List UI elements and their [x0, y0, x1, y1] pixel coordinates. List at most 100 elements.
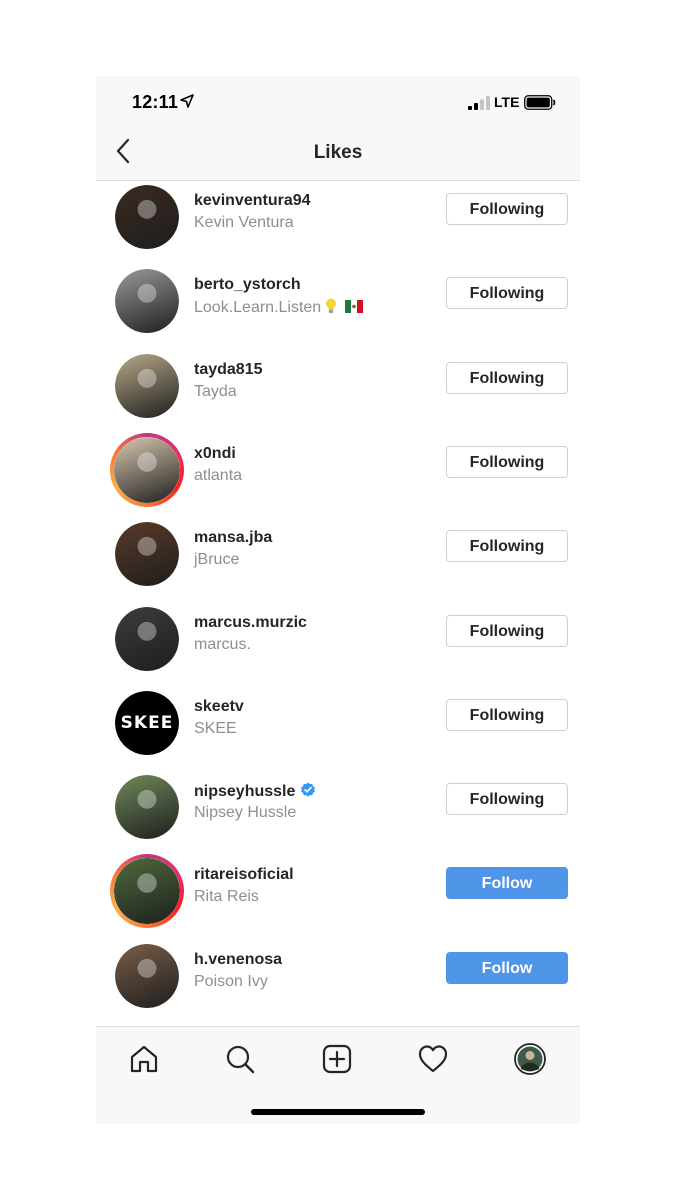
full-name: Kevin Ventura	[194, 214, 294, 232]
avatar[interactable]	[115, 269, 179, 334]
following-button[interactable]: Following	[446, 445, 568, 478]
avatar[interactable]	[115, 522, 179, 587]
avatar-photo	[114, 436, 180, 503]
username[interactable]: skeetv	[194, 698, 244, 716]
skee-logo: SKEE	[120, 712, 174, 733]
username-text[interactable]: tayda815	[194, 361, 263, 378]
full-name: jBruce	[194, 551, 239, 569]
avatar-photo: SKEE	[115, 690, 179, 755]
list-item[interactable]: h.venenosa Poison Ivy Follow	[96, 939, 580, 1023]
list-item[interactable]: tayda815 Tayda Following	[96, 349, 580, 433]
list-item[interactable]: ritareisoficial Rita Reis Follow	[96, 854, 580, 938]
avatar-frame[interactable]	[110, 939, 184, 1013]
list-item[interactable]: kevinventura94 Kevin Ventura Following	[96, 180, 580, 264]
list-item[interactable]: x0ndi atlanta Following	[96, 432, 580, 517]
page-title: Likes	[313, 142, 363, 163]
full-name-text: Nipsey Hussle	[194, 804, 297, 822]
avatar-frame[interactable]	[110, 264, 184, 338]
username-text[interactable]: mansa.jba	[194, 529, 272, 546]
full-name-text: Rita Reis	[194, 888, 259, 906]
following-button[interactable]: Following	[446, 361, 568, 394]
full-name: SKEE	[194, 720, 237, 738]
username[interactable]: berto_ystorch	[194, 276, 301, 294]
profile-avatar[interactable]	[514, 1043, 546, 1075]
avatar[interactable]	[115, 353, 179, 418]
battery-icon	[524, 95, 556, 110]
full-name-text: atlanta	[194, 466, 243, 484]
follow-button[interactable]: Follow	[446, 951, 568, 984]
likes-list[interactable]: kevinventura94 Kevin Ventura Following bert…	[96, 168, 580, 1092]
list-item[interactable]: SKEE skeetv SKEE Following	[96, 686, 580, 770]
avatar-frame[interactable]	[110, 517, 184, 591]
username[interactable]: nipseyhussle	[194, 782, 316, 801]
username-text[interactable]: h.venenosa	[194, 951, 282, 968]
avatar[interactable]: SKEE	[115, 690, 179, 755]
full-name-text: Look.Learn.Listen	[194, 299, 322, 317]
full-name: Look.Learn.Listen	[194, 298, 364, 317]
story-ring[interactable]	[110, 432, 184, 507]
full-name-text: marcus.	[194, 635, 251, 653]
full-name-text: jBruce	[194, 551, 240, 569]
following-button[interactable]: Following	[446, 614, 568, 647]
full-name-text: Kevin Ventura	[194, 214, 294, 231]
light-bulb-emoji-icon	[326, 298, 337, 314]
avatar[interactable]	[114, 436, 180, 503]
full-name: atlanta	[194, 467, 242, 485]
username-text[interactable]: nipseyhussle	[194, 783, 295, 800]
avatar-frame[interactable]	[110, 180, 184, 254]
avatar[interactable]	[115, 775, 179, 840]
top-bar: 12:11 LTE Likes	[96, 76, 580, 181]
avatar[interactable]	[115, 185, 179, 249]
following-button[interactable]: Following	[446, 277, 568, 310]
full-name: Rita Reis	[194, 888, 259, 906]
username[interactable]: h.venenosa	[194, 951, 282, 969]
username[interactable]: ritareisoficial	[194, 866, 294, 884]
avatar-photo	[115, 185, 179, 249]
avatar-photo	[115, 606, 179, 671]
following-button[interactable]: Following	[446, 530, 568, 563]
avatar-frame[interactable]: SKEE	[110, 686, 184, 760]
username-text[interactable]: berto_ystorch	[194, 276, 301, 293]
username[interactable]: x0ndi	[194, 445, 236, 463]
username-text[interactable]: skeetv	[194, 698, 244, 715]
new-post-icon[interactable]	[321, 1043, 353, 1075]
avatar-photo	[115, 269, 179, 334]
cellular-signal-icon	[468, 96, 490, 110]
avatar-photo	[115, 353, 179, 418]
avatar[interactable]	[115, 943, 179, 1008]
avatar-photo	[115, 943, 179, 1008]
full-name: Tayda	[194, 383, 237, 401]
username-text[interactable]: x0ndi	[194, 445, 236, 462]
verified-badge-icon	[301, 782, 316, 797]
full-name-text: SKEE	[194, 719, 237, 737]
avatar-frame[interactable]	[110, 349, 184, 423]
list-item[interactable]: berto_ystorch Look.Learn.Listen Following	[96, 264, 580, 348]
home-indicator[interactable]	[251, 1109, 425, 1115]
list-item[interactable]: marcus.murzic marcus. Following	[96, 602, 580, 686]
story-ring[interactable]	[110, 854, 184, 929]
username-text[interactable]: ritareisoficial	[194, 866, 294, 883]
username-text[interactable]: marcus.murzic	[194, 614, 307, 631]
list-item[interactable]: nipseyhussle Nipsey Hussle Following	[96, 770, 580, 854]
username[interactable]: mansa.jba	[194, 529, 272, 547]
avatar-photo	[115, 775, 179, 840]
avatar[interactable]	[114, 858, 180, 925]
full-name: Nipsey Hussle	[194, 804, 296, 822]
bottom-tab-bar	[96, 1026, 580, 1124]
follow-button[interactable]: Follow	[446, 867, 568, 900]
home-icon[interactable]	[128, 1043, 160, 1075]
activity-heart-icon[interactable]	[417, 1043, 449, 1075]
username[interactable]: tayda815	[194, 361, 263, 379]
avatar-frame[interactable]	[110, 602, 184, 676]
following-button[interactable]: Following	[446, 698, 568, 731]
avatar[interactable]	[115, 606, 179, 671]
search-icon[interactable]	[224, 1043, 256, 1075]
following-button[interactable]: Following	[446, 193, 568, 225]
list-item[interactable]: mansa.jba jBruce Following	[96, 517, 580, 601]
username[interactable]: marcus.murzic	[194, 614, 307, 632]
full-name-text: Poison Ivy	[194, 972, 268, 990]
username-text[interactable]: kevinventura94	[194, 192, 311, 209]
username[interactable]: kevinventura94	[194, 192, 311, 210]
following-button[interactable]: Following	[446, 783, 568, 816]
avatar-frame[interactable]	[110, 770, 184, 844]
